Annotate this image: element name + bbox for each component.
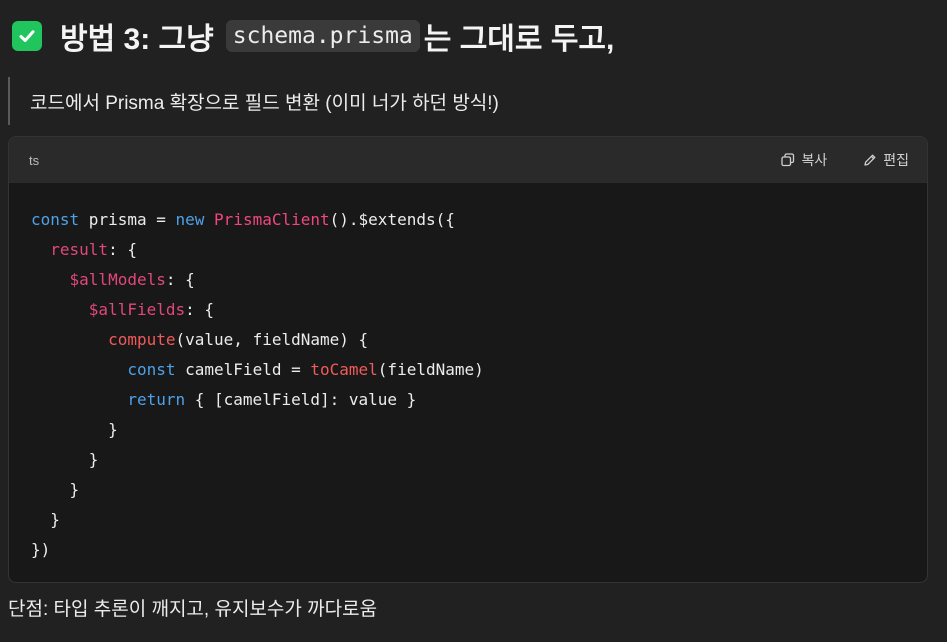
code-line: result: { [31, 235, 905, 265]
code-content: const prisma = new PrismaClient().$exten… [9, 183, 927, 582]
code-token: : { [185, 300, 215, 319]
pencil-icon [863, 153, 877, 167]
code-token: new [175, 210, 205, 229]
edit-button[interactable]: 편집 [863, 150, 909, 170]
check-square-icon [12, 21, 42, 51]
code-token: (fieldName) [377, 360, 484, 379]
code-token: { [camelField]: value } [185, 390, 417, 409]
code-token: : { [108, 240, 137, 259]
blockquote-text: 코드에서 Prisma 확장으로 필드 변환 (이미 너가 하던 방식!) [30, 92, 499, 114]
code-language-label: ts [29, 152, 40, 168]
footer-note: 단점: 타입 추론이 깨지고, 유지보수가 까다로움 [8, 599, 378, 620]
code-line: const camelField = toCamel(fieldName) [31, 355, 905, 385]
blockquote: 코드에서 Prisma 확장으로 필드 변환 (이미 너가 하던 방식!) [8, 77, 499, 125]
code-token: result [50, 240, 109, 259]
code-token: prisma = [79, 210, 176, 229]
code-token: $allFields [88, 300, 186, 319]
code-line: const prisma = new PrismaClient().$exten… [31, 205, 905, 235]
code-line: compute(value, fieldName) { [31, 325, 905, 355]
copy-label: 복사 [801, 152, 828, 168]
code-token: : { [165, 270, 195, 289]
section-heading: 방법 3: 그냥 schema.prisma 는 그대로 두고, [12, 12, 614, 60]
code-line: }) [31, 535, 905, 565]
code-block: ts 복사 편집 const prisma = new PrismaClient… [8, 136, 928, 583]
copy-button[interactable]: 복사 [781, 150, 827, 170]
code-token: compute [108, 330, 176, 349]
inline-code-filename: schema.prisma [225, 20, 420, 52]
code-token: camelField = [175, 360, 311, 379]
code-token: }) [31, 540, 51, 559]
code-block-header: ts 복사 편집 [9, 137, 927, 183]
heading-text-before: 방법 3: 그냥 [60, 23, 214, 56]
code-token: } [31, 510, 60, 529]
code-token: const [127, 360, 176, 379]
chat-message: 방법 3: 그냥 schema.prisma 는 그대로 두고, 코드에서 Pr… [0, 0, 947, 642]
code-token: $allModels [69, 270, 166, 289]
code-line: $allModels: { [31, 265, 905, 295]
code-token: } [31, 480, 80, 499]
heading-text-after: 는 그대로 두고, [423, 23, 615, 56]
code-token: ().$extends({ [329, 210, 455, 229]
code-line: } [31, 415, 905, 445]
code-token: return [127, 390, 186, 409]
code-token: (value, fieldName) { [175, 330, 369, 349]
code-line: $allFields: { [31, 295, 905, 325]
code-token: toCamel [310, 360, 378, 379]
code-token: } [31, 450, 99, 469]
code-line: } [31, 475, 905, 505]
copy-icon [781, 153, 795, 167]
code-token: const [31, 210, 80, 229]
code-line: return { [camelField]: value } [31, 385, 905, 415]
code-line: } [31, 445, 905, 475]
code-token: PrismaClient [214, 210, 330, 229]
edit-label: 편집 [883, 152, 909, 168]
code-line: } [31, 505, 905, 535]
code-token: } [31, 420, 118, 439]
